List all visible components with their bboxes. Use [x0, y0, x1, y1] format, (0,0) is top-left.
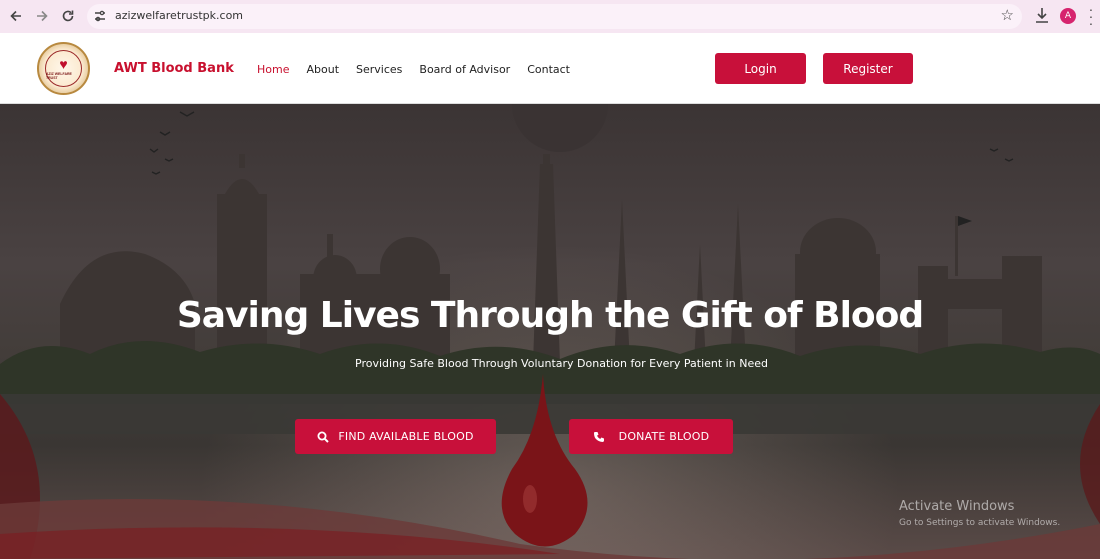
nav-contact[interactable]: Contact — [527, 63, 570, 76]
download-icon[interactable] — [1033, 5, 1051, 27]
windows-activation-watermark: Activate Windows Go to Settings to activ… — [899, 499, 1060, 528]
logo-emblem: ♥ AZIZ WELFARE TRUST — [45, 50, 82, 87]
browser-toolbar: azizwelfaretrustpk.com ☆ A · · · — [0, 0, 1100, 33]
reload-icon[interactable] — [55, 3, 81, 29]
hero-title: Saving Lives Through the Gift of Blood — [176, 295, 924, 336]
search-icon — [317, 431, 330, 443]
find-blood-label: FIND AVAILABLE BLOOD — [338, 430, 474, 443]
nav-about[interactable]: About — [306, 63, 339, 76]
main-nav: Home About Services Board of Advisor Con… — [257, 63, 587, 76]
bookmark-star-icon[interactable]: ☆ — [1001, 6, 1014, 24]
brand-name[interactable]: AWT Blood Bank — [114, 61, 234, 76]
nav-services[interactable]: Services — [356, 63, 402, 76]
nav-home[interactable]: Home — [257, 63, 289, 76]
site-logo[interactable]: ♥ AZIZ WELFARE TRUST — [37, 42, 90, 95]
url-text[interactable]: azizwelfaretrustpk.com — [115, 9, 243, 22]
profile-avatar[interactable]: A — [1060, 8, 1076, 24]
more-menu-icon[interactable]: · · · — [1086, 2, 1096, 30]
forward-arrow-icon[interactable] — [29, 3, 55, 29]
donate-blood-label: DONATE BLOOD — [618, 430, 710, 443]
watermark-subtitle: Go to Settings to activate Windows. — [899, 518, 1061, 528]
donate-blood-button[interactable]: DONATE BLOOD — [569, 419, 733, 454]
nav-board-of-advisor[interactable]: Board of Advisor — [419, 63, 510, 76]
logo-text: AZIZ WELFARE TRUST — [46, 72, 72, 80]
site-header: ♥ AZIZ WELFARE TRUST AWT Blood Bank Home… — [0, 33, 1100, 104]
hero-subtitle: Providing Safe Blood Through Voluntary D… — [355, 357, 768, 370]
address-bar[interactable]: azizwelfaretrustpk.com ☆ — [87, 4, 1022, 29]
hero-banner: Saving Lives Through the Gift of Blood P… — [0, 104, 1100, 559]
back-arrow-icon[interactable] — [3, 3, 29, 29]
watermark-title: Activate Windows — [899, 499, 1015, 514]
phone-icon — [593, 431, 605, 443]
find-blood-button[interactable]: FIND AVAILABLE BLOOD — [295, 419, 496, 454]
login-button[interactable]: Login — [715, 53, 806, 84]
heart-icon: ♥ — [59, 56, 68, 72]
site-settings-icon[interactable] — [93, 9, 107, 23]
register-button[interactable]: Register — [823, 53, 913, 84]
